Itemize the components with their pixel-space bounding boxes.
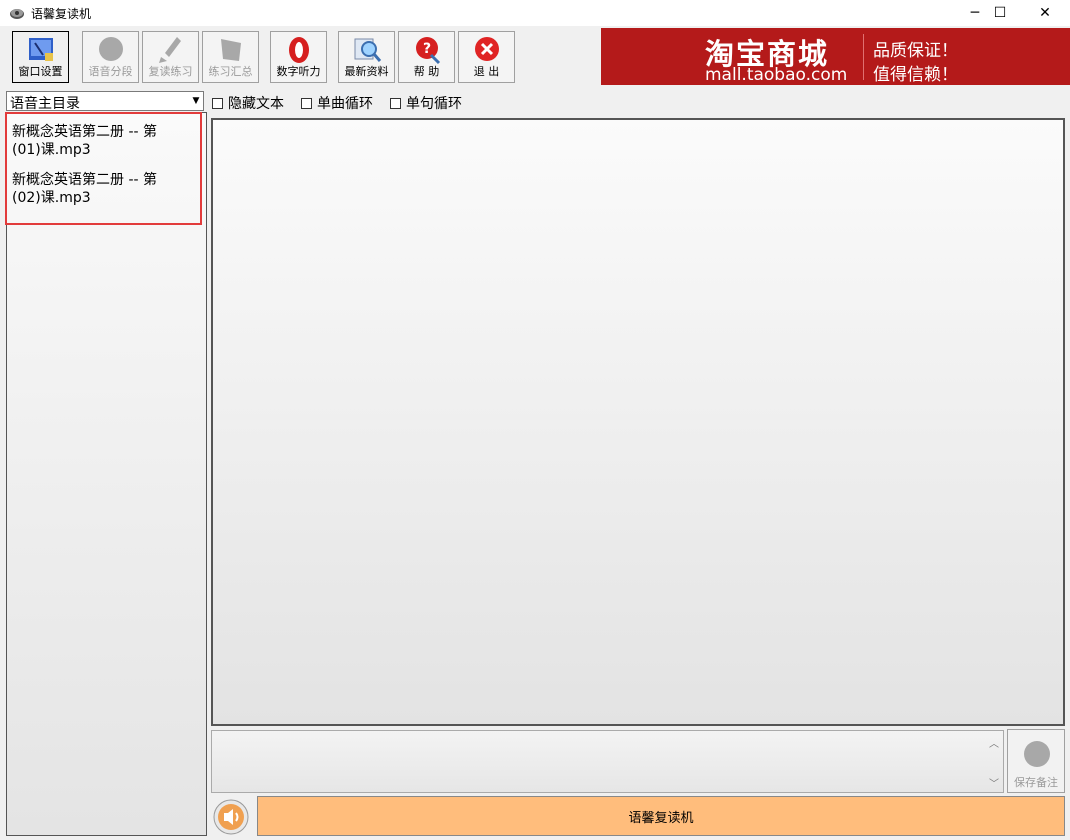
banner-slogan-1: 品质保证！	[873, 41, 958, 61]
repeat-practice-icon	[158, 37, 181, 63]
banner-url: mall.taobao.com	[705, 65, 848, 85]
practice-summary-label: 练习汇总	[208, 65, 253, 78]
single-track-loop-checkbox[interactable]: 单曲循环	[301, 93, 373, 113]
window-settings-button[interactable]: 窗口设置	[12, 31, 69, 83]
banner-divider	[863, 34, 864, 80]
app-icon	[10, 9, 24, 19]
save-notes-label: 保存备注	[1014, 776, 1058, 789]
checkbox-box[interactable]	[390, 97, 401, 109]
window-title: 语馨复读机	[31, 7, 92, 21]
help-label: 帮 助	[413, 65, 440, 78]
hide-text-checkbox[interactable]: 隐藏文本	[212, 93, 284, 113]
practice-summary-icon	[220, 39, 241, 61]
save-notes-button[interactable]: 保存备注	[1007, 729, 1065, 793]
scroll-down-icon[interactable]: ﹀	[989, 775, 999, 790]
directory-select[interactable]: 语音主目录 ▼	[6, 91, 204, 112]
repeat-practice-label: 复读练习	[148, 65, 193, 78]
chevron-down-icon[interactable]: ▼	[189, 92, 203, 110]
scroll-up-icon[interactable]: ︿	[989, 735, 999, 750]
taobao-banner-ad[interactable]: 淘宝商城 mall.taobao.com 品质保证！ 值得信赖！	[601, 28, 1070, 85]
notes-input[interactable]: ︿ ﹀	[211, 730, 1004, 793]
window-settings-icon	[28, 38, 53, 61]
help-button[interactable]: ? 帮 助	[398, 31, 455, 83]
close-icon: ✕	[1039, 5, 1051, 21]
single-track-loop-label: 单曲循环	[317, 96, 373, 112]
hide-text-label: 隐藏文本	[228, 96, 284, 112]
digit-listening-label: 数字听力	[276, 65, 321, 78]
save-notes-icon	[1024, 741, 1050, 767]
directory-select-value: 语音主目录	[10, 96, 80, 112]
latest-materials-label: 最新资料	[344, 65, 389, 78]
close-window-button[interactable]: ✕	[1022, 0, 1068, 26]
practice-summary-button[interactable]: 练习汇总	[202, 31, 259, 83]
exit-icon	[474, 37, 499, 61]
banner-slogan-2: 值得信赖！	[873, 65, 958, 85]
maximize-button[interactable]: ☐	[977, 0, 1023, 26]
checkbox-box[interactable]	[212, 97, 223, 109]
highlight-box	[5, 112, 202, 225]
latest-materials-icon	[354, 38, 381, 62]
audio-segment-label: 语音分段	[88, 65, 133, 78]
repeat-practice-button[interactable]: 复读练习	[142, 31, 199, 83]
svg-text:?: ?	[422, 41, 430, 57]
exit-label: 退 出	[473, 65, 500, 78]
single-sentence-loop-label: 单句循环	[406, 96, 462, 112]
speaker-icon[interactable]	[212, 798, 250, 836]
digit-listening-button[interactable]: 数字听力	[270, 31, 327, 83]
text-display-area[interactable]	[211, 118, 1065, 726]
window-settings-label: 窗口设置	[18, 65, 63, 78]
single-sentence-loop-checkbox[interactable]: 单句循环	[390, 93, 462, 113]
title-bar: 语馨复读机 ─ ☐ ✕	[0, 0, 1070, 26]
checkbox-box[interactable]	[301, 97, 312, 109]
player-label: 语馨复读机	[628, 810, 694, 826]
exit-button[interactable]: 退 出	[458, 31, 515, 83]
audio-segment-icon	[98, 37, 123, 61]
help-icon: ?	[415, 37, 440, 65]
maximize-icon: ☐	[993, 5, 1007, 21]
player-bar[interactable]: 语馨复读机	[257, 796, 1065, 836]
digit-listening-icon	[288, 37, 309, 63]
latest-materials-button[interactable]: 最新资料	[338, 31, 395, 83]
audio-segment-button[interactable]: 语音分段	[82, 31, 139, 83]
